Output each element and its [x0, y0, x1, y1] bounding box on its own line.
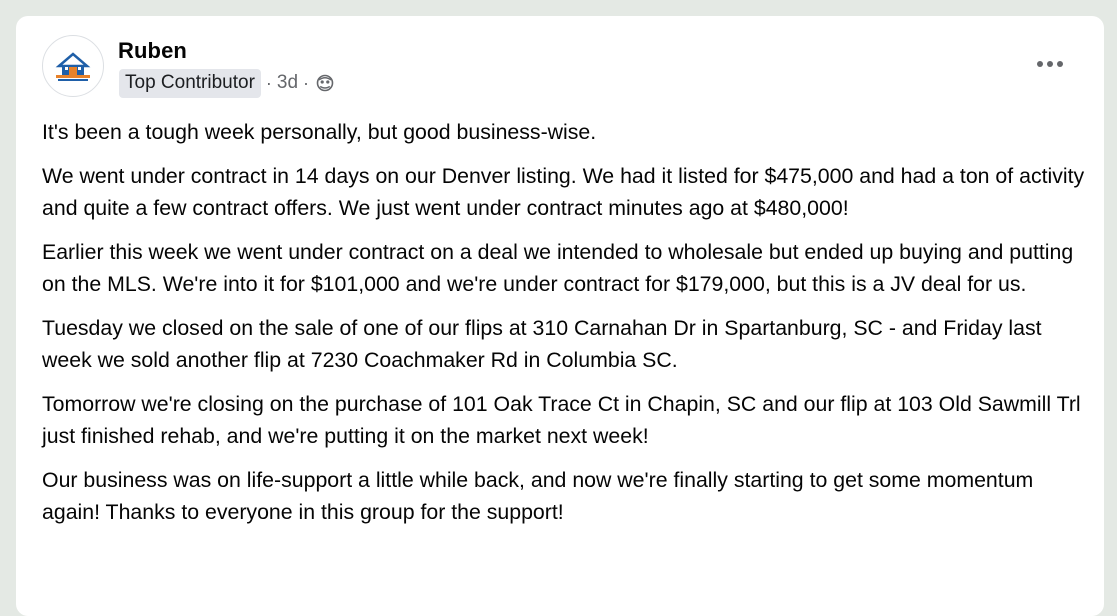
- post-card: Ruben Top Contributor · 3d · It's been a…: [16, 16, 1104, 616]
- more-options-button[interactable]: [1030, 50, 1070, 78]
- post-paragraph: Our business was on life-support a littl…: [42, 467, 1034, 525]
- post-paragraph: Tomorrow we're closing on the purchase o…: [42, 391, 1081, 449]
- post-paragraph: It's been a tough week personally, but g…: [42, 120, 597, 144]
- top-contributor-badge[interactable]: Top Contributor: [119, 68, 261, 98]
- meta-separator: ·: [265, 72, 272, 93]
- post-paragraph: We went under contract in 14 days on our…: [42, 163, 1085, 221]
- more-options-icon: [1037, 61, 1063, 67]
- house-logo-icon: [55, 52, 91, 81]
- avatar[interactable]: [42, 35, 104, 97]
- globe-icon: [316, 74, 334, 92]
- post-meta: Top Contributor · 3d ·: [119, 68, 334, 98]
- author-name[interactable]: Ruben: [118, 38, 187, 64]
- post-paragraph: Tuesday we closed on the sale of one of …: [42, 315, 1042, 373]
- post-paragraph: Earlier this week we went under contract…: [42, 239, 1074, 297]
- meta-separator: ·: [303, 72, 310, 93]
- post-time[interactable]: 3d: [277, 72, 298, 94]
- post-body: It's been a tough week personally, but g…: [42, 116, 1088, 540]
